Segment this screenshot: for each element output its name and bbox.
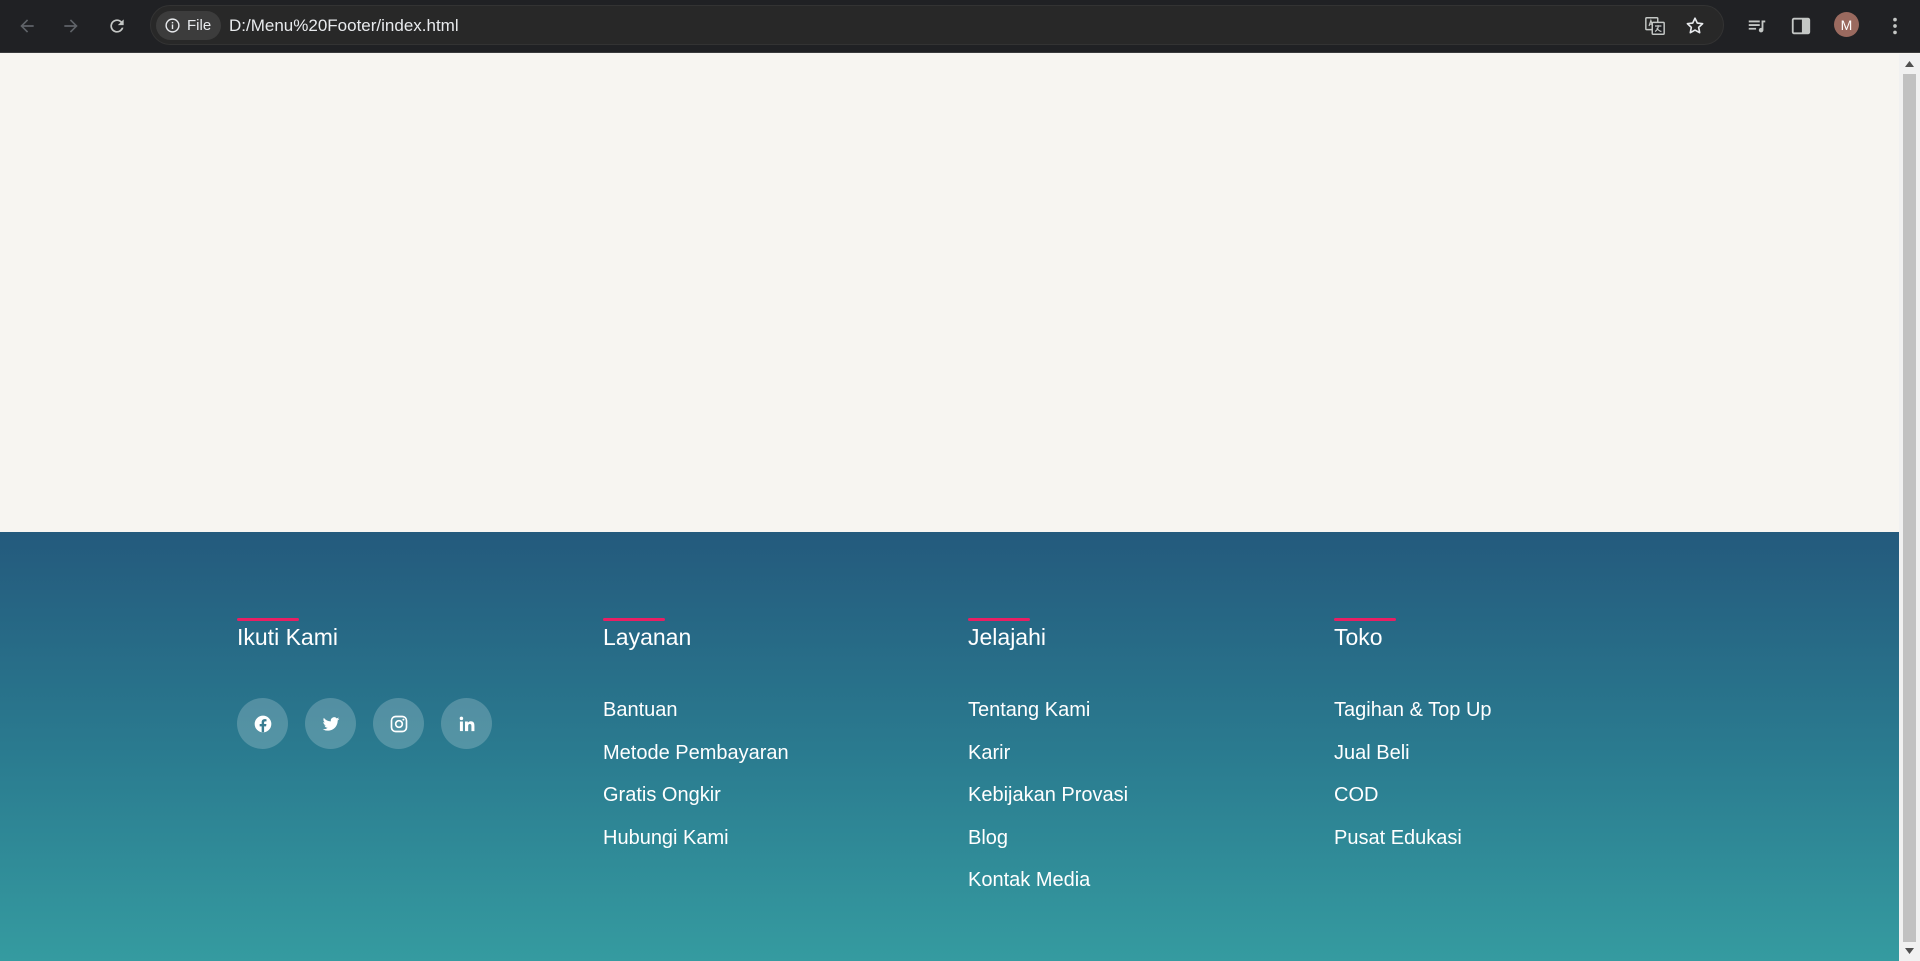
bookmark-button[interactable] bbox=[1681, 12, 1709, 40]
bookmark-star-icon bbox=[1686, 17, 1704, 34]
page-hero-area bbox=[0, 54, 1899, 532]
side-panel-icon bbox=[1791, 17, 1811, 35]
reload-icon bbox=[110, 19, 124, 33]
footer-link-metode-pembayaran[interactable]: Metode Pembayaran bbox=[603, 741, 789, 784]
footer-heading: Toko bbox=[1334, 624, 1383, 650]
back-button[interactable] bbox=[11, 10, 43, 42]
site-info-chip[interactable]: File bbox=[156, 11, 222, 40]
menu-dots-icon bbox=[1893, 17, 1897, 35]
footer-heading: Ikuti Kami bbox=[237, 624, 338, 650]
footer-link-gratis-ongkir[interactable]: Gratis Ongkir bbox=[603, 783, 789, 826]
profile-avatar[interactable]: M bbox=[1834, 12, 1859, 37]
footer-link-tagihan-top-up[interactable]: Tagihan & Top Up bbox=[1334, 698, 1492, 741]
footer-link-list: Bantuan Metode Pembayaran Gratis Ongkir … bbox=[603, 698, 789, 868]
translate-icon bbox=[1645, 17, 1665, 35]
footer-heading: Jelajahi bbox=[968, 624, 1046, 650]
back-icon bbox=[20, 19, 34, 33]
media-playlist-icon bbox=[1748, 20, 1766, 33]
twitter-icon bbox=[322, 716, 339, 731]
browser-toolbar: File D:/Menu%20Footer/index.html M bbox=[0, 0, 1920, 53]
footer-link-bantuan[interactable]: Bantuan bbox=[603, 698, 789, 741]
facebook-button[interactable] bbox=[237, 698, 288, 749]
browser-menu-button[interactable] bbox=[1880, 11, 1910, 41]
translate-button[interactable] bbox=[1641, 12, 1669, 40]
social-links bbox=[237, 698, 492, 749]
url-text[interactable]: D:/Menu%20Footer/index.html bbox=[229, 16, 459, 36]
footer-heading: Layanan bbox=[603, 624, 692, 650]
site-chip-label: File bbox=[187, 17, 212, 34]
footer-link-kebijakan-provasi[interactable]: Kebijakan Provasi bbox=[968, 783, 1128, 826]
footer-link-tentang-kami[interactable]: Tentang Kami bbox=[968, 698, 1128, 741]
linkedin-button[interactable] bbox=[441, 698, 492, 749]
site-footer: Ikuti Kami Layanan Bantuan Metode Pembay… bbox=[0, 532, 1899, 961]
footer-link-list: Tentang Kami Karir Kebijakan Provasi Blo… bbox=[968, 698, 1128, 911]
forward-button[interactable] bbox=[55, 10, 87, 42]
info-icon bbox=[165, 18, 180, 33]
footer-link-karir[interactable]: Karir bbox=[968, 741, 1128, 784]
twitter-button[interactable] bbox=[305, 698, 356, 749]
linkedin-icon bbox=[459, 716, 474, 731]
instagram-button[interactable] bbox=[373, 698, 424, 749]
scrollbar-thumb[interactable] bbox=[1903, 74, 1916, 942]
forward-icon bbox=[64, 19, 78, 33]
footer-link-pusat-edukasi[interactable]: Pusat Edukasi bbox=[1334, 826, 1492, 869]
footer-link-jual-beli[interactable]: Jual Beli bbox=[1334, 741, 1492, 784]
scroll-down-arrow[interactable] bbox=[1899, 942, 1920, 960]
footer-link-blog[interactable]: Blog bbox=[968, 826, 1128, 869]
reload-button[interactable] bbox=[101, 10, 133, 42]
address-bar[interactable]: File D:/Menu%20Footer/index.html bbox=[150, 5, 1724, 45]
instagram-icon bbox=[390, 715, 407, 732]
footer-link-kontak-media[interactable]: Kontak Media bbox=[968, 868, 1128, 911]
side-panel-button[interactable] bbox=[1786, 11, 1816, 41]
scroll-up-arrow[interactable] bbox=[1899, 55, 1920, 73]
page-scrollbar[interactable] bbox=[1899, 54, 1920, 961]
media-button[interactable] bbox=[1742, 11, 1772, 41]
footer-link-hubungi-kami[interactable]: Hubungi Kami bbox=[603, 826, 789, 869]
facebook-icon bbox=[254, 715, 271, 732]
footer-link-cod[interactable]: COD bbox=[1334, 783, 1492, 826]
footer-link-list: Tagihan & Top Up Jual Beli COD Pusat Edu… bbox=[1334, 698, 1492, 868]
